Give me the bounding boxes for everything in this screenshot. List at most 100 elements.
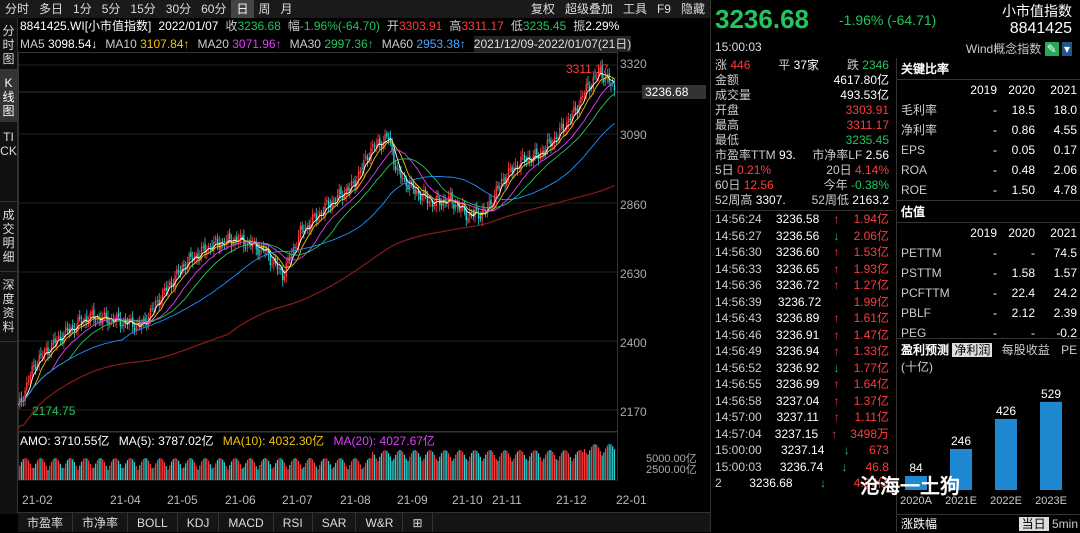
volume-bar	[396, 451, 399, 480]
volume-bar	[126, 460, 129, 480]
close-value: 3236.68	[237, 19, 281, 33]
candle-body	[156, 299, 159, 301]
volume-bar	[190, 458, 192, 480]
open-value: 3303.91	[398, 19, 443, 33]
overlay-range[interactable]: 2021/12/09-2022/01/07(21日)	[473, 36, 632, 52]
x-label: 21-02	[22, 493, 53, 507]
tab-rsi[interactable]: RSI	[274, 513, 313, 532]
nav-trade-detail[interactable]: 成交明细	[0, 202, 17, 272]
tab-1min[interactable]: 1分	[68, 0, 97, 18]
candle-body	[373, 145, 376, 148]
tab-week[interactable]: 周	[254, 0, 276, 18]
kline-svg[interactable]: 3320 3090 2860 2630 2400 2170 3236.68 33…	[17, 52, 710, 514]
low-value: 3235.45	[522, 19, 567, 33]
edit-icon[interactable]: ✎	[1044, 42, 1059, 56]
hide-button[interactable]: 隐藏	[676, 0, 710, 18]
volume-bar	[266, 458, 268, 480]
trade-row: 14:56:43 3236.89 ↑ 1.61亿	[715, 311, 889, 325]
candle-body	[419, 194, 422, 201]
metric-name: 毛利率	[901, 103, 938, 117]
volume-bar	[317, 469, 319, 480]
tab-eps[interactable]: 每股收益	[1002, 343, 1050, 357]
volume-bar	[331, 468, 333, 480]
volume-bar	[597, 447, 600, 480]
candle-body	[613, 85, 616, 91]
candle-body	[560, 123, 563, 129]
candle-body	[269, 255, 272, 266]
x-label: 21-10	[452, 493, 483, 507]
ma30-value: 2997.36↑	[324, 37, 374, 51]
volume-bar	[252, 459, 254, 480]
tab-today[interactable]: 当日	[1018, 517, 1049, 531]
candle-body	[357, 171, 360, 181]
tab-15min[interactable]: 15分	[125, 0, 160, 18]
tab-net-profit[interactable]: 净利润	[952, 343, 993, 357]
ma60-line	[17, 123, 615, 406]
tab-kdj[interactable]: KDJ	[178, 513, 220, 532]
low-mark: 2174.75	[32, 404, 76, 418]
volume-bar	[520, 450, 522, 480]
candle-body	[435, 196, 437, 206]
nav-tick[interactable]: TICK	[0, 122, 17, 202]
tab-60min[interactable]: 60分	[196, 0, 231, 18]
nav-kline-chart[interactable]: K线图	[0, 70, 17, 122]
quote-panel: 3236.68 -1.96% (-64.71) 小市值指数 8841425 15…	[710, 0, 1080, 532]
tab-fenshi[interactable]: 分时	[0, 0, 34, 18]
candle-body	[366, 156, 369, 160]
tab-macd[interactable]: MACD	[219, 513, 274, 532]
volume-bar	[310, 458, 312, 480]
forecast-bar-value: 246	[951, 434, 971, 448]
tab-5min-change[interactable]: 5min	[1052, 517, 1078, 531]
valuation-title: 估值	[897, 200, 1080, 223]
f9-button[interactable]: F9	[652, 0, 676, 18]
nav-fenshi-chart[interactable]: 分时图	[0, 18, 17, 70]
volume-bar	[377, 461, 379, 480]
kline-chart-area[interactable]: 3320 3090 2860 2630 2400 2170 3236.68 33…	[17, 52, 710, 514]
volume-bar	[398, 450, 400, 480]
tools-button[interactable]: 工具	[618, 0, 652, 18]
tab-30min[interactable]: 30分	[161, 0, 196, 18]
tab-pb[interactable]: 市净率	[73, 513, 129, 532]
trade-row: 14:56:55 3236.99 ↑ 1.64亿	[715, 377, 889, 391]
volume-bar	[20, 461, 23, 480]
nav-depth-data[interactable]: 深度资料	[0, 272, 17, 342]
tab-5min[interactable]: 5分	[97, 0, 126, 18]
volume-bar	[349, 464, 351, 480]
candle-body	[396, 168, 399, 170]
volume-bar	[368, 458, 370, 480]
tab-pe[interactable]: 市盈率	[18, 513, 74, 532]
volume-bar	[299, 464, 301, 480]
volume-bar	[338, 458, 340, 480]
candle-body	[241, 236, 243, 238]
candle-body	[170, 282, 173, 287]
tab-wr[interactable]: W&R	[356, 513, 404, 532]
volume-bar	[250, 458, 252, 480]
candle-body	[403, 177, 406, 179]
tab-month[interactable]: 月	[276, 0, 298, 18]
ma10-label: MA10	[105, 37, 137, 51]
tab-boll[interactable]: BOLL	[128, 513, 178, 532]
ma10-value: 3107.84↑	[140, 37, 190, 51]
candle-body	[536, 148, 538, 155]
trade-list[interactable]: 14:56:24 3236.58 ↑ 1.94亿 14:56:27 3236.56 ↓ 2.0…	[711, 210, 893, 492]
trade-row: 14:56:49 3236.94 ↑ 1.33亿	[715, 344, 889, 358]
volume-bar	[110, 461, 113, 480]
volume-bar	[215, 463, 217, 480]
volume-bar	[469, 456, 471, 480]
adjust-button[interactable]: 复权	[526, 0, 560, 18]
tab-duori[interactable]: 多日	[34, 0, 68, 18]
candle-body	[239, 234, 242, 239]
tab-sar[interactable]: SAR	[313, 513, 357, 532]
candle-body	[234, 237, 236, 245]
overlay-button[interactable]: 超级叠加	[560, 0, 618, 18]
volume-bar	[435, 458, 437, 480]
tab-day[interactable]: 日	[231, 0, 254, 18]
add-indicator-button[interactable]: ⊞	[403, 513, 433, 532]
tab-pe-forecast[interactable]: PE	[1061, 343, 1077, 357]
volume-bar	[352, 458, 354, 480]
dropdown-icon[interactable]: ▾	[1061, 42, 1072, 56]
updown-count: 涨 446 平 37家 跌 2346	[715, 58, 889, 72]
price-tick-2860: 2860	[620, 198, 647, 212]
candle-body	[149, 308, 152, 318]
trade-row: 14:56:52 3236.92 ↓ 1.77亿	[715, 360, 889, 375]
